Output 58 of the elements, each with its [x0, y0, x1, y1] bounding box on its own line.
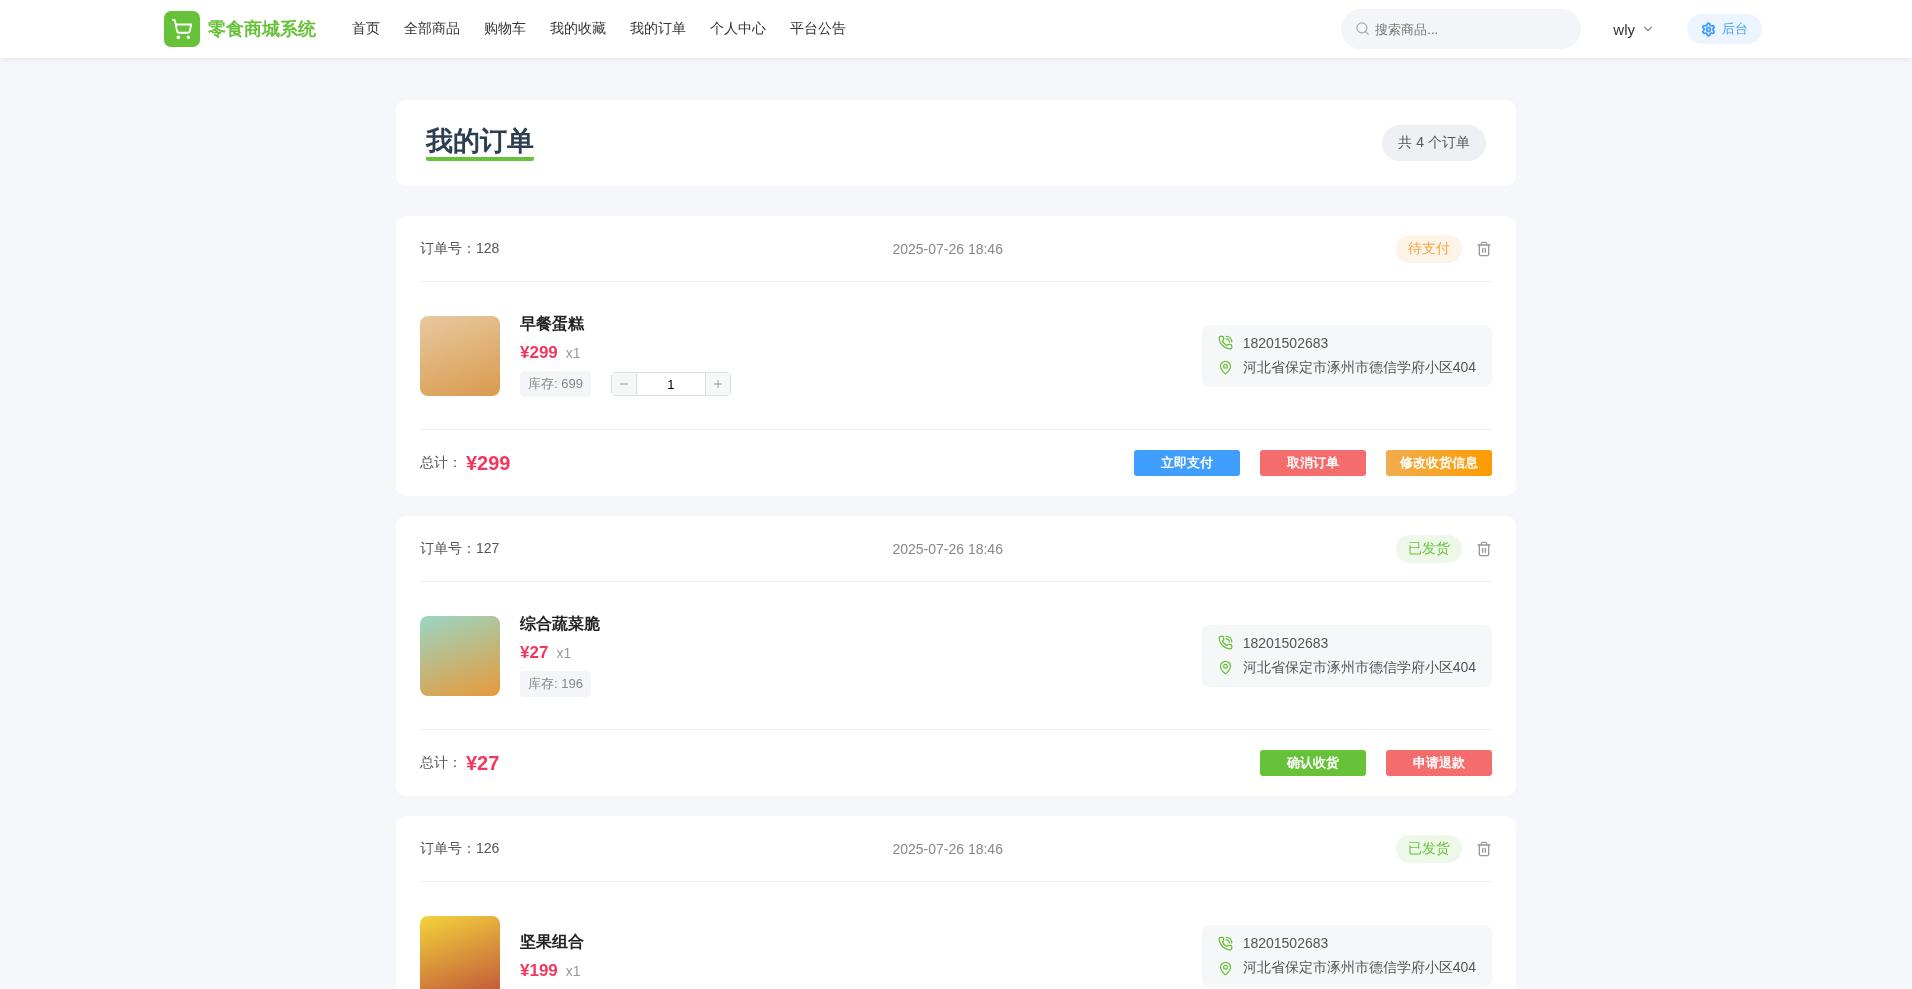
- quantity: x1: [565, 345, 581, 361]
- quantity: x1: [556, 645, 572, 661]
- search-field[interactable]: 搜索商品...: [1341, 9, 1582, 49]
- phone-icon: [1217, 335, 1233, 350]
- logo-text: 零食商城系统: [208, 18, 316, 41]
- order-number: 订单号：128: [420, 239, 500, 258]
- delete-icon[interactable]: [1476, 840, 1492, 857]
- nav-link[interactable]: 我的收藏: [538, 20, 618, 38]
- quantity-stepper[interactable]: 1: [610, 372, 731, 396]
- order-number: 订单号：127: [420, 539, 500, 558]
- stock-label: 库存: 196: [520, 671, 591, 697]
- minus-icon[interactable]: [611, 373, 636, 395]
- product-name: 坚果组合: [520, 931, 584, 952]
- nav-link[interactable]: 购物车: [472, 20, 538, 38]
- phone-number: 18201502683: [1242, 634, 1329, 651]
- phone-number: 18201502683: [1242, 334, 1329, 351]
- search-icon: [1355, 21, 1371, 36]
- total-label: 总计：: [420, 754, 462, 772]
- nav-link[interactable]: 平台公告: [778, 20, 858, 38]
- order-time: 2025-07-26 18:46: [892, 540, 1003, 557]
- order-count: 共 4 个订单: [1382, 125, 1486, 161]
- phone-number: 18201502683: [1242, 935, 1329, 951]
- delete-icon[interactable]: [1476, 540, 1492, 557]
- phone-icon: [1217, 935, 1233, 951]
- nav-link[interactable]: 全部商品: [392, 20, 472, 38]
- location-icon: [1217, 960, 1233, 976]
- total-price: ¥27: [466, 751, 500, 775]
- cart-icon: [164, 11, 200, 47]
- user-menu[interactable]: wly: [1607, 19, 1661, 39]
- address: 河北省保定市涿州市德信学府小区404: [1242, 959, 1476, 977]
- order-number: 订单号：126: [420, 839, 500, 858]
- address: 河北省保定市涿州市德信学府小区404: [1242, 358, 1476, 377]
- product-name: 早餐蛋糕: [520, 314, 585, 334]
- product-name: 综合蔬菜脆: [520, 614, 600, 634]
- status-badge: 待支付: [1396, 234, 1462, 263]
- nav-link[interactable]: 个人中心: [698, 20, 778, 38]
- status-badge: 已发货: [1396, 534, 1462, 563]
- quantity-input[interactable]: 1: [635, 373, 706, 395]
- quantity: x1: [565, 962, 581, 979]
- nav-link[interactable]: 我的订单: [618, 20, 698, 38]
- product-price: ¥199: [520, 960, 558, 981]
- total-price: ¥299: [466, 451, 511, 475]
- product-price: ¥299: [520, 343, 558, 363]
- delete-icon[interactable]: [1476, 240, 1492, 257]
- page-title: 我的订单: [426, 124, 534, 162]
- location-icon: [1217, 360, 1233, 375]
- order-time: 2025-07-26 18:46: [892, 840, 1003, 857]
- total-label: 总计：: [420, 454, 462, 472]
- order-time: 2025-07-26 18:46: [892, 240, 1003, 257]
- phone-icon: [1217, 635, 1233, 650]
- product-price: ¥27: [520, 643, 549, 663]
- status-badge: 已发货: [1396, 834, 1462, 863]
- plus-icon[interactable]: [705, 373, 730, 395]
- nav-link[interactable]: 首页: [340, 20, 392, 38]
- gear-icon: [1701, 21, 1716, 37]
- address: 河北省保定市涿州市德信学府小区404: [1242, 658, 1476, 677]
- stock-label: 库存: 699: [520, 371, 591, 397]
- location-icon: [1217, 660, 1233, 675]
